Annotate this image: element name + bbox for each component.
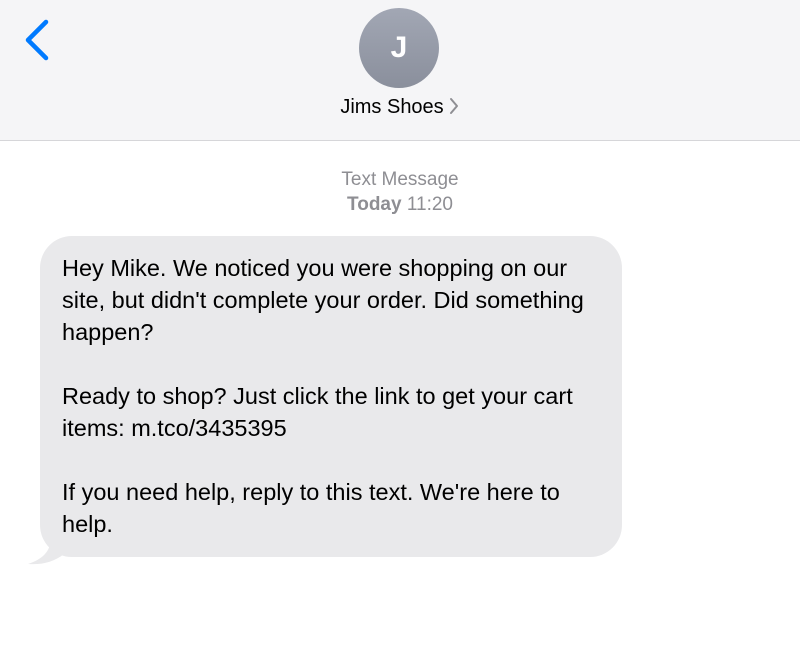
message-meta: Text Message Today 11:20: [0, 167, 800, 217]
service-label: Text Message: [341, 169, 459, 190]
contact-name: Jims Shoes: [340, 96, 444, 118]
chevron-left-icon: [25, 19, 49, 61]
timestamp-time: 11:20: [406, 194, 453, 215]
timestamp: Today 11:20: [0, 192, 800, 217]
incoming-message-bubble[interactable]: Hey Mike. We noticed you were shopping o…: [40, 236, 622, 557]
avatar-initial: J: [390, 31, 408, 64]
contact-name-button[interactable]: Jims Shoes: [0, 96, 800, 119]
chevron-right-icon: [449, 98, 458, 115]
timestamp-day: Today: [347, 194, 402, 215]
contact-avatar[interactable]: J: [359, 8, 439, 88]
back-button[interactable]: [18, 18, 58, 62]
conversation-header: J Jims Shoes: [0, 0, 800, 141]
